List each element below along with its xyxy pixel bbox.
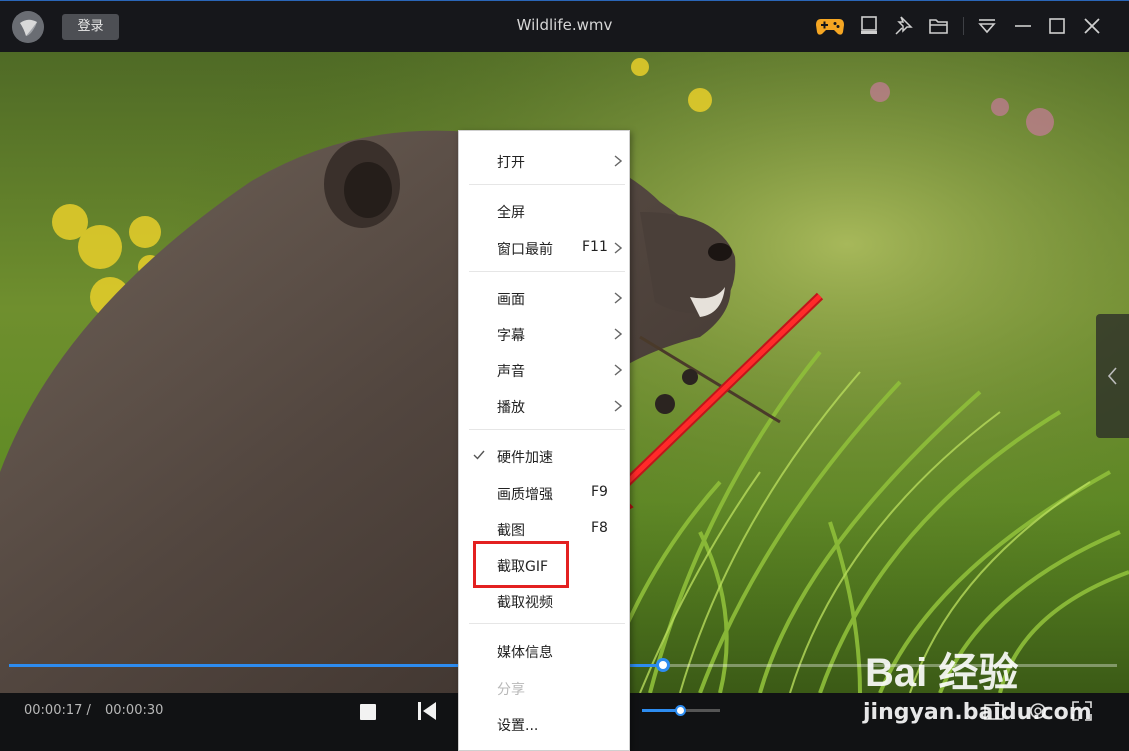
menu-item-label: 播放 — [497, 400, 525, 416]
menu-item-fullscreen[interactable]: 全屏 — [459, 195, 629, 227]
titlebar-divider — [963, 17, 964, 35]
menu-item-label: 打开 — [497, 155, 525, 171]
menu-item-shortcut: F11 — [582, 239, 608, 255]
watermark-url: jingyan.baidu.com — [863, 700, 1092, 725]
menu-item-capture-video[interactable]: 截取视频 — [459, 585, 629, 617]
pin-icon[interactable] — [892, 14, 916, 38]
total-time: 00:00:30 — [105, 703, 164, 718]
game-icon[interactable] — [815, 14, 845, 38]
folder-icon[interactable] — [927, 14, 951, 38]
menu-item-open[interactable]: 打开 — [459, 145, 629, 177]
menu-item-label: 画质增强 — [497, 487, 553, 503]
menu-separator — [469, 429, 625, 430]
menu-item-label: 全屏 — [497, 205, 525, 221]
menu-item-label: 截图 — [497, 523, 525, 539]
menu-item-label: 媒体信息 — [497, 645, 553, 661]
menu-item-shortcut: F8 — [591, 520, 608, 536]
chevron-right-icon — [614, 292, 622, 304]
menu-item-audio[interactable]: 声音 — [459, 354, 629, 386]
annotation-highlight-box — [473, 541, 569, 588]
menu-item-media-info[interactable]: 媒体信息 — [459, 635, 629, 667]
menu-item-settings[interactable]: 设置... — [459, 708, 629, 740]
menu-item-label: 分享 — [497, 682, 525, 698]
menu-item-picture[interactable]: 画面 — [459, 282, 629, 314]
menu-item-shortcut: F9 — [591, 484, 608, 500]
menu-item-label: 硬件加速 — [497, 450, 553, 466]
previous-icon[interactable] — [417, 701, 439, 725]
menu-item-label: 设置... — [497, 718, 539, 734]
watermark-logo: Bai 经验 — [865, 651, 1019, 695]
menu-item-label: 截取视频 — [497, 595, 553, 611]
context-menu: 打开 全屏 窗口最前 F11 画面 字幕 声音 播放 硬件加速 画质增强 F9 … — [458, 130, 630, 751]
chevron-right-icon — [614, 328, 622, 340]
window-title: Wildlife.wmv — [516, 16, 613, 34]
menu-separator — [469, 623, 625, 624]
stop-icon[interactable] — [359, 703, 377, 725]
chevron-right-icon — [614, 400, 622, 412]
current-time: 00:00:17 / — [24, 703, 91, 718]
progress-handle[interactable] — [655, 658, 670, 672]
menu-item-playback[interactable]: 播放 — [459, 390, 629, 422]
menu-item-quality-enhance[interactable]: 画质增强 F9 — [459, 477, 629, 509]
menu-separator — [469, 184, 625, 185]
menu-item-always-on-top[interactable]: 窗口最前 F11 — [459, 232, 629, 264]
maximize-icon[interactable] — [1045, 14, 1069, 38]
menu-dropdown-icon[interactable] — [975, 14, 999, 38]
chevron-right-icon — [614, 364, 622, 376]
chevron-right-icon — [614, 242, 622, 254]
chevron-right-icon — [614, 155, 622, 167]
menu-item-share: 分享 — [459, 672, 629, 704]
checkmark-icon — [473, 450, 485, 460]
menu-item-label: 窗口最前 — [497, 242, 553, 258]
menu-item-hardware-acceleration[interactable]: 硬件加速 — [459, 440, 629, 472]
menu-item-subtitle[interactable]: 字幕 — [459, 318, 629, 350]
menu-item-label: 字幕 — [497, 328, 525, 344]
menu-separator — [469, 271, 625, 272]
mini-mode-icon[interactable] — [858, 14, 882, 38]
menu-item-label: 画面 — [497, 292, 525, 308]
menu-item-label: 声音 — [497, 364, 525, 380]
close-icon[interactable] — [1080, 14, 1104, 38]
title-bar: 登录 Wildlife.wmv — [0, 0, 1129, 52]
minimize-icon[interactable] — [1011, 14, 1035, 38]
